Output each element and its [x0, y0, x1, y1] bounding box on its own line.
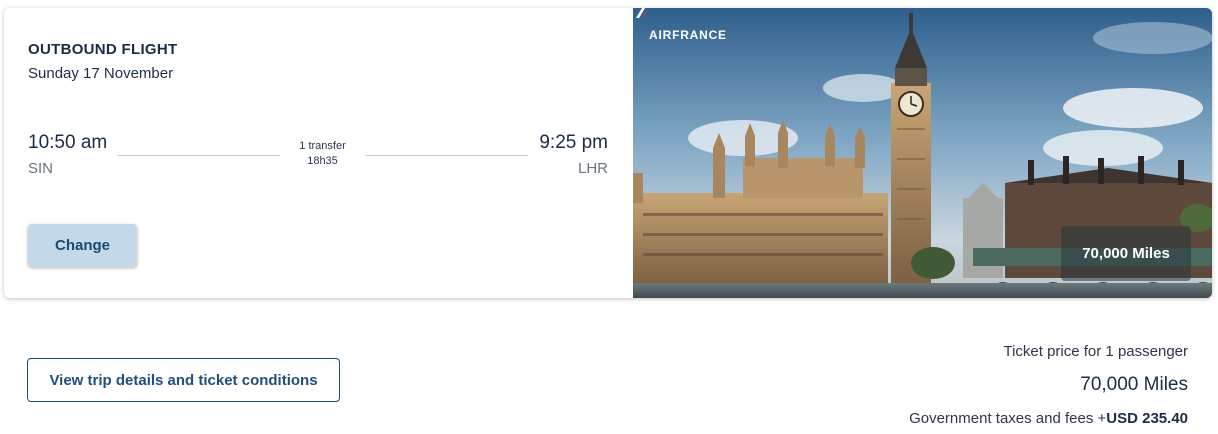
airline-logo-mark-icon [636, 8, 647, 18]
flight-card: OUTBOUND FLIGHT Sunday 17 November 10:50… [4, 8, 1212, 298]
taxes-fees: Government taxes and fees +USD 235.40 [909, 410, 1188, 427]
view-trip-details-button[interactable]: View trip details and ticket conditions [27, 358, 340, 402]
airline-logo: AIRFRANCE [649, 28, 727, 42]
arrival-airport: LHR [577, 160, 608, 177]
taxes-fees-label: Government taxes and fees + [909, 410, 1107, 427]
destination-photo: AIRFRANCE 70,000 Miles [633, 8, 1212, 298]
flight-duration: 18h35 [307, 155, 338, 167]
flight-info: OUTBOUND FLIGHT Sunday 17 November 10:50… [4, 8, 633, 298]
miles-badge: 70,000 Miles [1061, 226, 1191, 281]
transfer-count: 1 transfer [299, 140, 346, 152]
taxes-fees-amount: USD 235.40 [1106, 410, 1188, 427]
route-line-left [117, 155, 280, 156]
ticket-price-value: 70,000 Miles [1080, 374, 1188, 395]
departure-airport: SIN [28, 160, 54, 177]
ticket-price-label: Ticket price for 1 passenger [1003, 343, 1188, 360]
arrival-time: 9:25 pm [539, 132, 608, 153]
flight-date: Sunday 17 November [28, 65, 174, 82]
transfer-info: 1 transfer 18h35 [280, 139, 365, 169]
flight-title: OUTBOUND FLIGHT [28, 41, 178, 58]
departure-time: 10:50 am [28, 132, 108, 153]
change-button[interactable]: Change [28, 224, 137, 267]
route-line-right [365, 155, 528, 156]
